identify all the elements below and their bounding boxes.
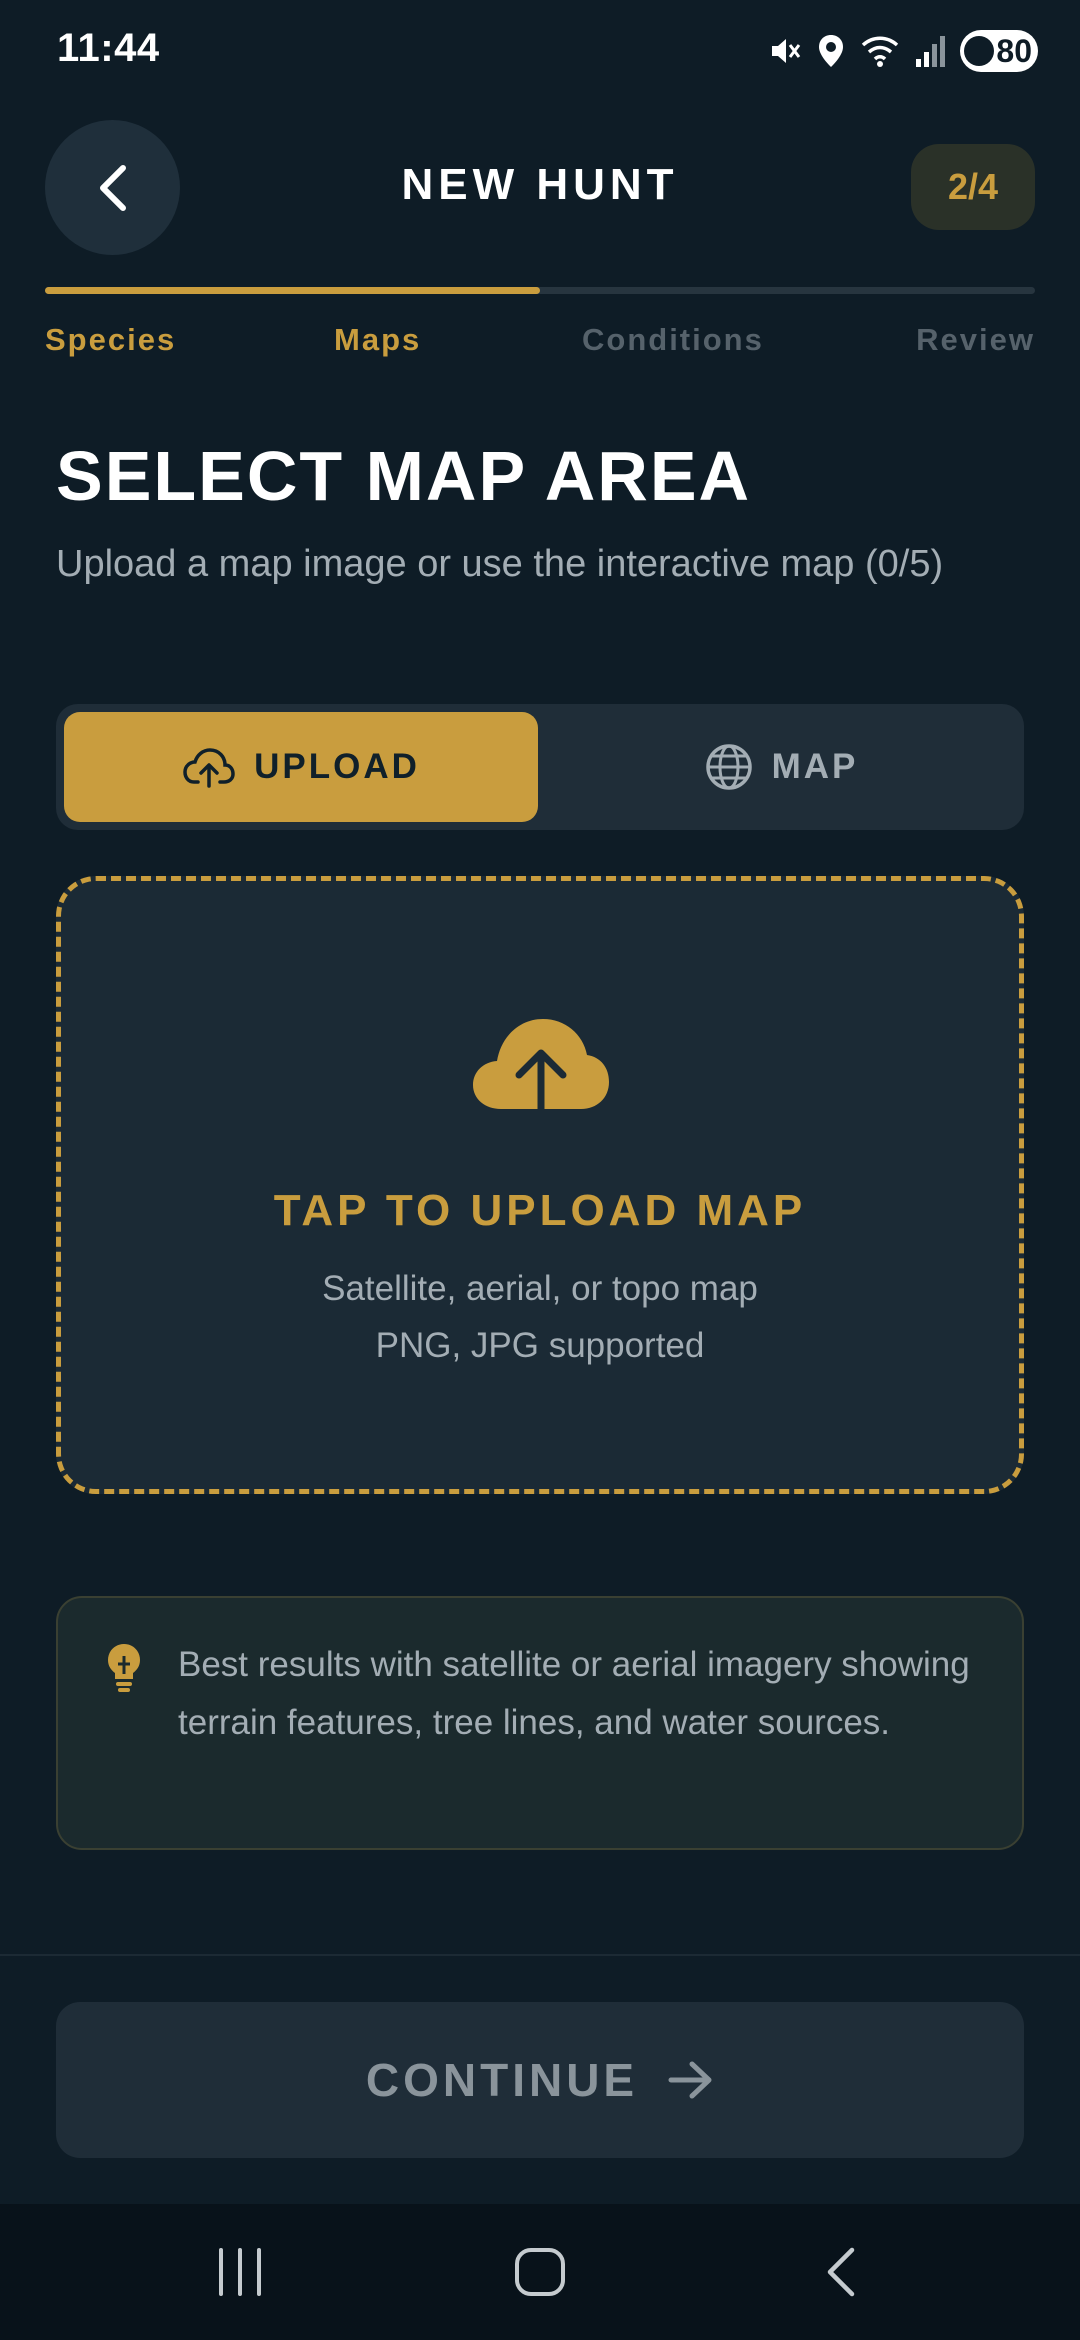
upload-tab-label: UPLOAD <box>254 747 420 786</box>
mute-icon <box>772 39 801 63</box>
battery-saver-icon <box>964 36 994 66</box>
upload-dropzone[interactable]: TAP TO UPLOAD MAP Satellite, aerial, or … <box>56 876 1024 1494</box>
new-hunt-screen: 11:44 80 NEW HUNT 2/4 Species Maps Condi… <box>0 0 1080 2340</box>
arrow-right-icon <box>668 2061 712 2099</box>
wifi-icon <box>861 36 899 67</box>
lightbulb-icon <box>108 1644 140 1692</box>
status-time: 11:44 <box>57 26 160 70</box>
continue-label: CONTINUE <box>365 2054 639 2106</box>
recent-apps-icon[interactable] <box>215 2244 265 2300</box>
step-review: Review <box>916 322 1035 357</box>
map-tab-label: MAP <box>771 747 859 786</box>
battery-level: 80 <box>996 32 1032 69</box>
upload-tab-button[interactable]: UPLOAD <box>64 712 538 822</box>
step-badge: 2/4 <box>911 144 1035 230</box>
cloud-upload-icon <box>183 748 235 788</box>
status-bar: 11:44 80 <box>0 0 1080 100</box>
status-icons: 80 <box>766 28 1038 74</box>
source-toggle: UPLOAD MAP <box>56 704 1024 830</box>
signal-icon <box>916 36 945 67</box>
globe-icon <box>705 744 752 790</box>
progress-fill <box>45 287 540 294</box>
step-maps: Maps <box>334 322 422 357</box>
continue-button[interactable]: CONTINUE <box>56 2002 1024 2158</box>
progress-track <box>45 287 1035 294</box>
dropzone-line-2: PNG, JPG supported <box>375 1326 705 1365</box>
system-back-icon[interactable] <box>822 2244 862 2300</box>
home-icon[interactable] <box>512 2244 568 2300</box>
dropzone-title: TAP TO UPLOAD MAP <box>273 1186 807 1235</box>
dropzone-line-1: Satellite, aerial, or topo map <box>322 1269 758 1308</box>
step-conditions: Conditions <box>582 322 764 357</box>
footer-divider <box>0 1954 1080 1956</box>
tip-text: Best results with satellite or aerial im… <box>178 1645 970 1742</box>
section-title: SELECT MAP AREA <box>56 437 752 515</box>
section-subtitle: Upload a map image or use the interactiv… <box>56 543 944 585</box>
map-tab-button[interactable]: MAP <box>546 712 1016 822</box>
cloud-upload-icon <box>473 1019 609 1125</box>
tip-box: Best results with satellite or aerial im… <box>56 1596 1024 1850</box>
step-species: Species <box>45 322 177 357</box>
system-nav-bar <box>0 2204 1080 2340</box>
battery-icon: 80 <box>960 30 1038 72</box>
location-icon <box>819 35 843 67</box>
